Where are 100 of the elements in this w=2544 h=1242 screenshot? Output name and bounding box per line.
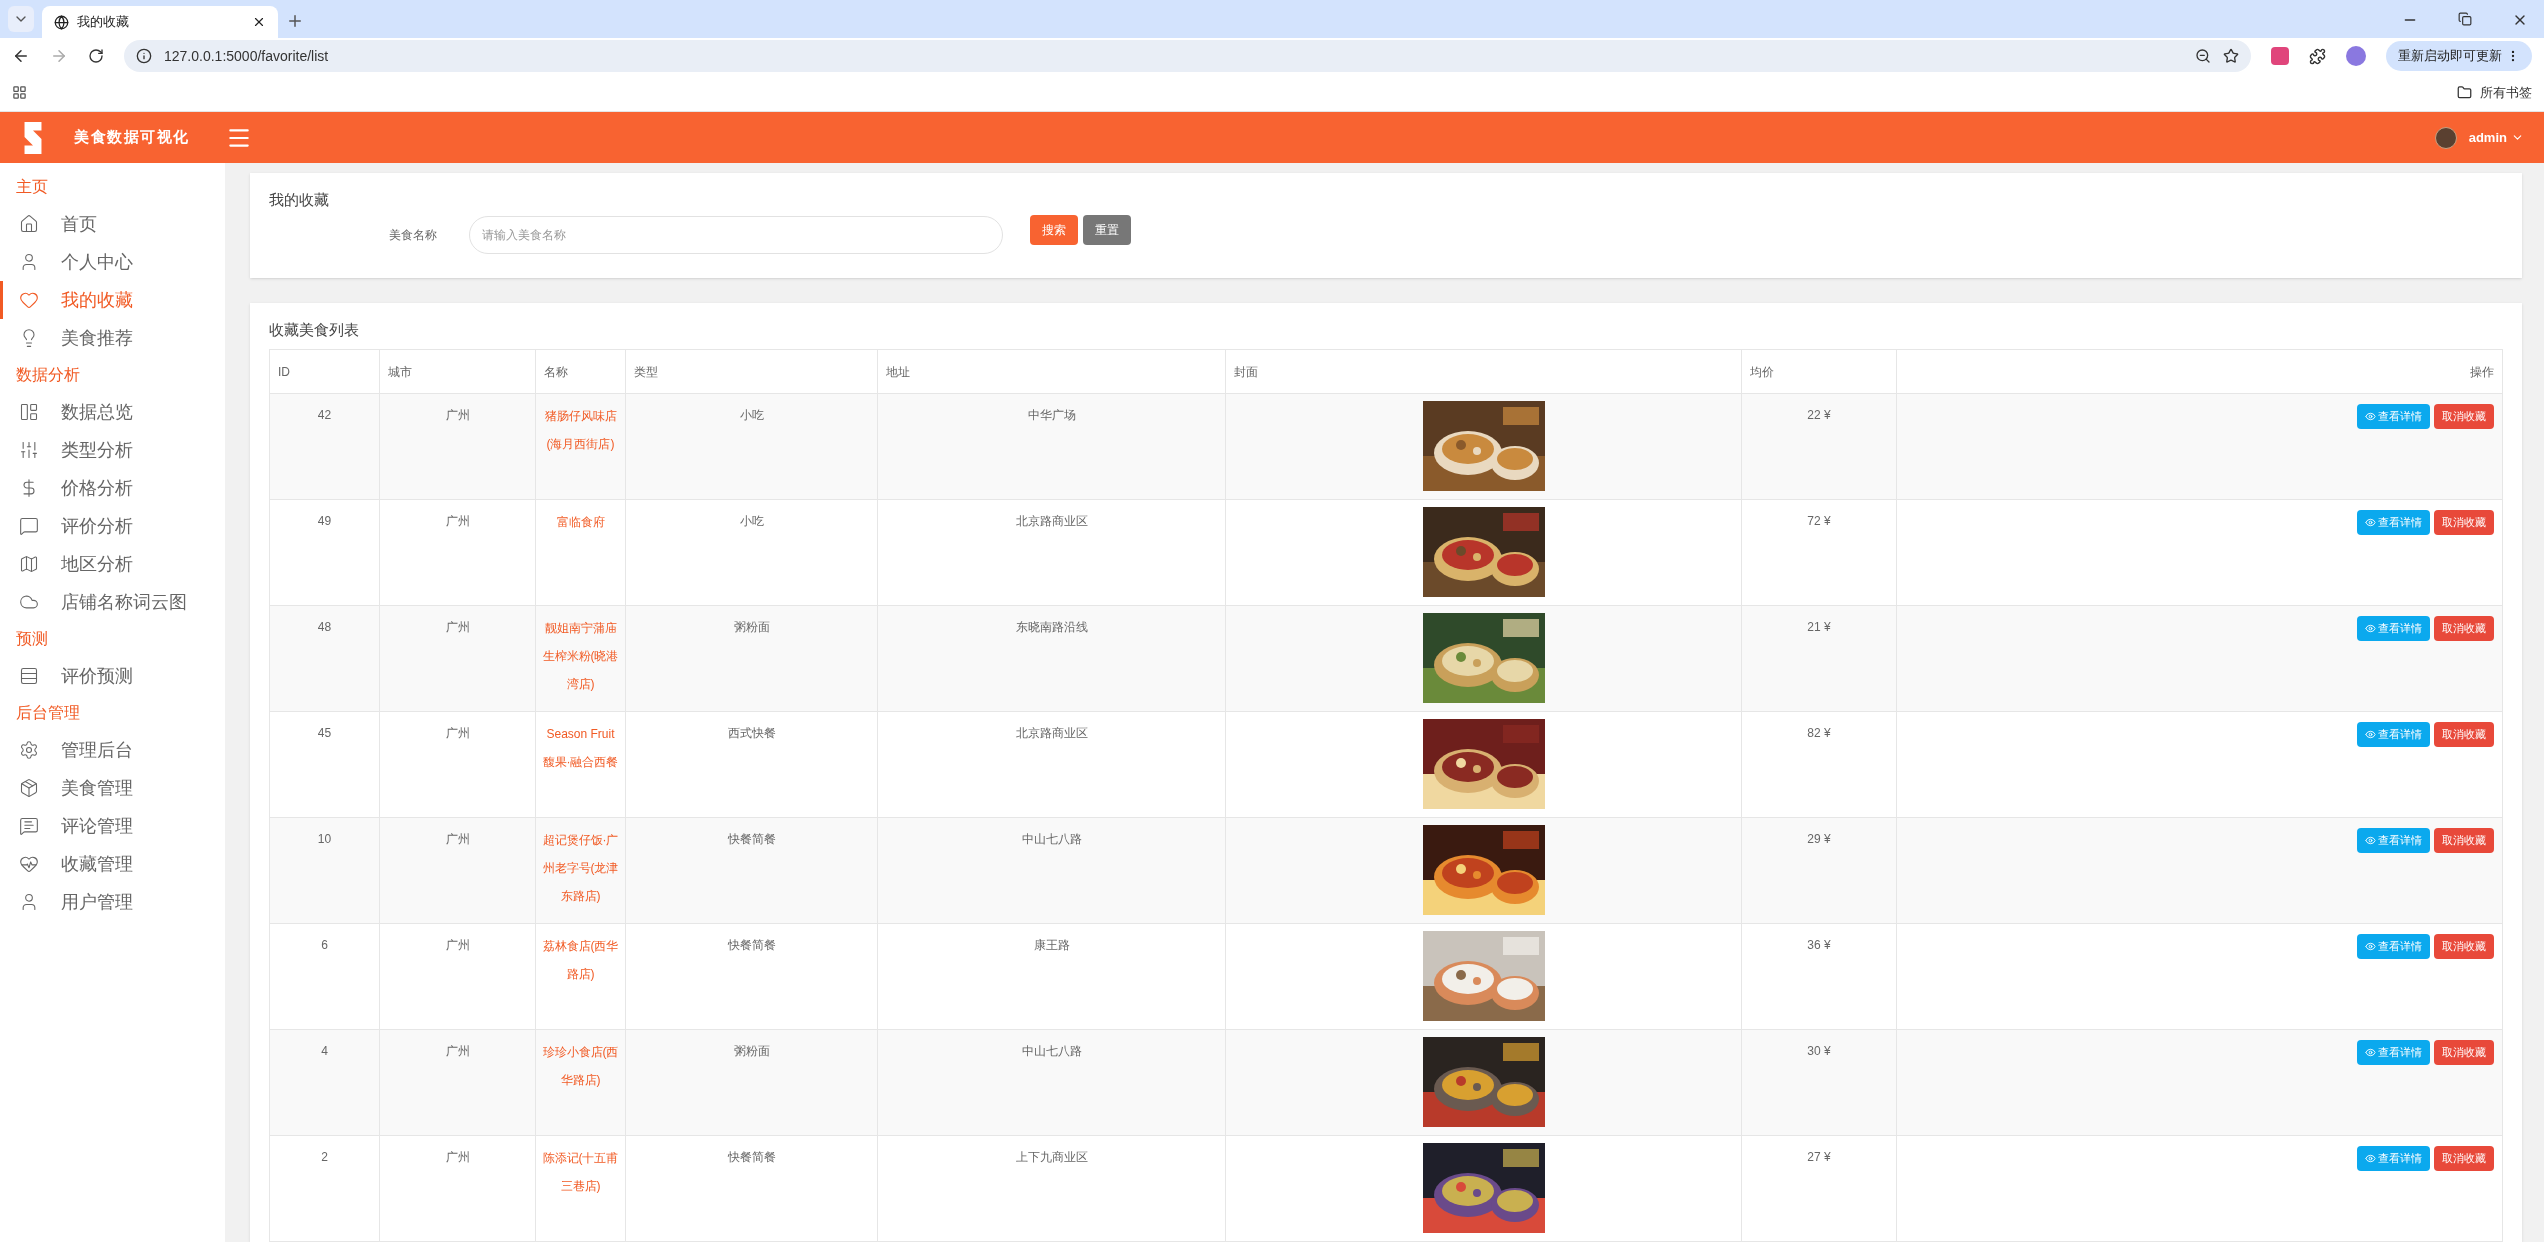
table-cell: 北京路商业区 <box>877 499 1226 606</box>
sidebar-item[interactable]: 价格分析 <box>0 469 225 507</box>
remove-favorite-button[interactable]: 取消收藏 <box>2434 404 2494 429</box>
folder-icon <box>2457 85 2472 100</box>
food-name-link[interactable]: 珍珍小食店(西华路店) <box>535 1029 626 1136</box>
view-details-button[interactable]: 查看详情 <box>2357 404 2430 429</box>
sidebar-section-title: 后台管理 <box>15 703 81 723</box>
chat-icon <box>19 516 39 536</box>
table-cell: 72 ¥ <box>1741 499 1897 606</box>
table-cell: 广州 <box>379 817 536 924</box>
close-icon[interactable] <box>252 15 266 29</box>
column-header: 封面 <box>1225 349 1742 394</box>
table-cell: 30 ¥ <box>1741 1029 1897 1136</box>
sidebar-item[interactable]: 类型分析 <box>0 431 225 469</box>
remove-favorite-button[interactable]: 取消收藏 <box>2434 828 2494 853</box>
table-cell: 27 ¥ <box>1741 1135 1897 1242</box>
food-name-link[interactable]: 富临食府 <box>535 499 626 606</box>
map-icon <box>19 554 39 574</box>
remove-favorite-button[interactable]: 取消收藏 <box>2434 722 2494 747</box>
food-name-link[interactable]: 靓姐南宁蒲庙生榨米粉(晓港湾店) <box>535 605 626 712</box>
table-cell: 中华广场 <box>877 393 1226 500</box>
food-name-link[interactable]: Season Fruit 馥果·融合西餐 <box>535 711 626 818</box>
sidebar-item[interactable]: 评价预测 <box>0 657 225 695</box>
bookmarks-folder[interactable]: 所有书签 <box>2457 82 2532 103</box>
view-details-button[interactable]: 查看详情 <box>2357 510 2430 535</box>
remove-favorite-button[interactable]: 取消收藏 <box>2434 616 2494 641</box>
table-cell: 粥粉面 <box>625 605 878 712</box>
food-name-link[interactable]: 陈添记(十五甫三巷店) <box>535 1135 626 1242</box>
remove-favorite-button[interactable]: 取消收藏 <box>2434 934 2494 959</box>
view-details-button[interactable]: 查看详情 <box>2357 722 2430 747</box>
extensions-icon[interactable] <box>2309 47 2326 65</box>
sidebar-item[interactable]: 美食推荐 <box>0 319 225 357</box>
profile-avatar[interactable] <box>2346 46 2366 66</box>
table-cell: 广州 <box>379 499 536 606</box>
table-cell: 82 ¥ <box>1741 711 1897 818</box>
panel-title: 收藏美食列表 <box>269 319 360 340</box>
star-icon[interactable] <box>2223 48 2239 64</box>
search-button[interactable]: 搜索 <box>1030 214 1078 245</box>
zoom-out-icon[interactable] <box>2195 48 2211 64</box>
heart-icon <box>19 290 39 310</box>
box-icon <box>19 778 39 798</box>
sidebar-item[interactable]: 评价分析 <box>0 507 225 545</box>
column-header: 城市 <box>379 349 536 394</box>
table-cell: 49 <box>269 499 380 606</box>
table-cell: 中山七八路 <box>877 1029 1226 1136</box>
sliders-icon <box>19 440 39 460</box>
table-cell: 上下九商业区 <box>877 1135 1226 1242</box>
remove-favorite-button[interactable]: 取消收藏 <box>2434 1146 2494 1171</box>
sidebar-item[interactable]: 个人中心 <box>0 243 225 281</box>
sidebar-item[interactable]: 收藏管理 <box>0 845 225 883</box>
browser-tab[interactable]: 我的收藏 <box>42 6 278 38</box>
update-button[interactable]: 重新启动即可更新 <box>2386 41 2532 71</box>
food-name-link[interactable]: 猪肠仔风味店(海月西街店) <box>535 393 626 500</box>
eye-icon <box>2365 941 2376 952</box>
view-details-button[interactable]: 查看详情 <box>2357 616 2430 641</box>
sidebar-item[interactable]: 首页 <box>0 205 225 243</box>
table-cell: 48 <box>269 605 380 712</box>
reset-button[interactable]: 重置 <box>1083 214 1131 245</box>
column-header: 均价 <box>1741 349 1897 394</box>
column-header: 地址 <box>877 349 1226 394</box>
restore-icon[interactable] <box>2458 12 2472 26</box>
sidebar-item[interactable]: 用户管理 <box>0 883 225 921</box>
food-name-link[interactable]: 超记煲仔饭·广州老字号(龙津东路店) <box>535 817 626 924</box>
view-details-button[interactable]: 查看详情 <box>2357 934 2430 959</box>
apps-icon[interactable] <box>12 85 27 100</box>
user-avatar[interactable] <box>2434 126 2457 149</box>
sidebar-item[interactable]: 美食管理 <box>0 769 225 807</box>
table-cell: 广州 <box>379 605 536 712</box>
sidebar-item[interactable]: 评论管理 <box>0 807 225 845</box>
layout-icon <box>19 402 39 422</box>
back-icon[interactable] <box>12 47 30 65</box>
table-cell: 小吃 <box>625 393 878 500</box>
reload-icon[interactable] <box>88 48 104 64</box>
view-details-button[interactable]: 查看详情 <box>2357 1040 2430 1065</box>
table-cell: 广州 <box>379 393 536 500</box>
sidebar-item[interactable]: 管理后台 <box>0 731 225 769</box>
table-cell: 广州 <box>379 711 536 818</box>
table-cell: 北京路商业区 <box>877 711 1226 818</box>
sidebar-item[interactable]: 地区分析 <box>0 545 225 583</box>
user-menu[interactable]: admin <box>2468 127 2524 148</box>
app-title: 美食数据可视化 <box>74 127 190 148</box>
new-tab-icon[interactable] <box>286 12 304 30</box>
sidebar-section-title: 主页 <box>15 177 49 197</box>
sidebar-item[interactable]: 店铺名称词云图 <box>0 583 225 621</box>
eye-icon <box>2365 623 2376 634</box>
remove-favorite-button[interactable]: 取消收藏 <box>2434 1040 2494 1065</box>
sidebar-section-title: 数据分析 <box>15 365 81 385</box>
eye-icon <box>2365 411 2376 422</box>
food-name-link[interactable]: 荔林食店(西华路店) <box>535 923 626 1030</box>
table-cell: 42 <box>269 393 380 500</box>
search-field[interactable]: 请输入美食名称 <box>469 215 1003 254</box>
address-bar[interactable]: 127.0.0.1:5000/favorite/list <box>124 40 2251 72</box>
table-cell: 广州 <box>379 923 536 1030</box>
table-cell: 6 <box>269 923 380 1030</box>
table-cell: 36 ¥ <box>1741 923 1897 1030</box>
view-details-button[interactable]: 查看详情 <box>2357 828 2430 853</box>
table-cell: 中山七八路 <box>877 817 1226 924</box>
remove-favorite-button[interactable]: 取消收藏 <box>2434 510 2494 535</box>
view-details-button[interactable]: 查看详情 <box>2357 1146 2430 1171</box>
sidebar-item[interactable]: 数据总览 <box>0 393 225 431</box>
